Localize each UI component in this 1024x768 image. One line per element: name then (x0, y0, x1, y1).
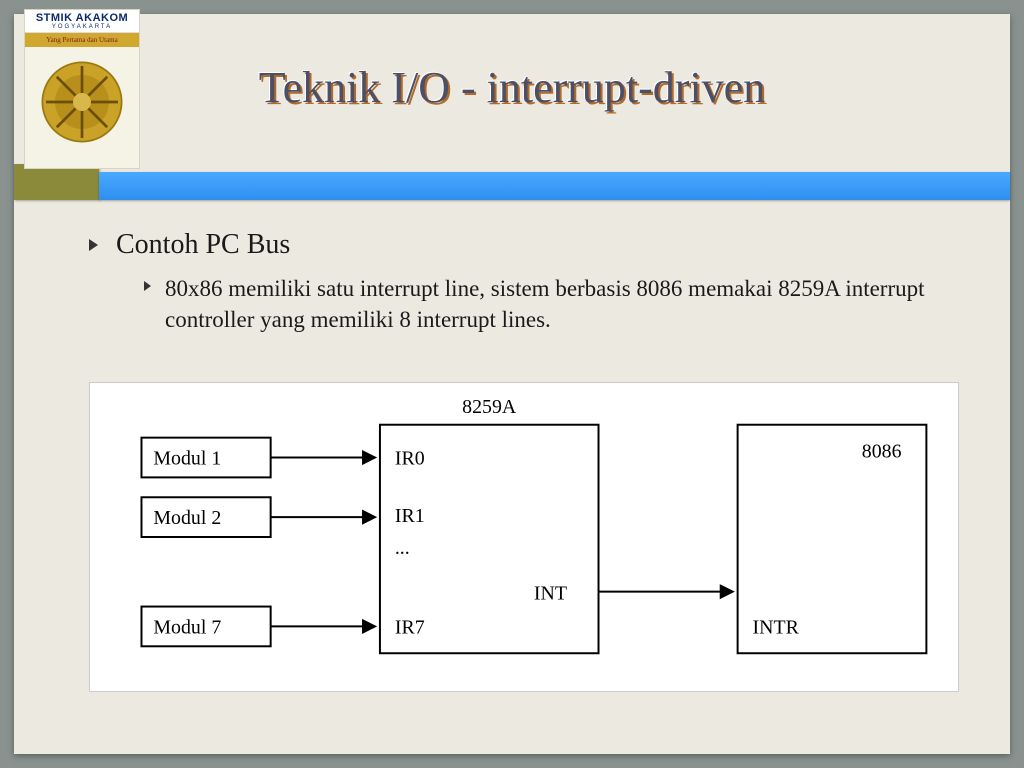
logo-title: STMIK AKAKOM (25, 12, 139, 24)
emblem-icon (37, 57, 127, 147)
ir1-label: IR1 (395, 505, 425, 527)
bullet-arrow-icon (144, 281, 151, 291)
bullet-level-1: Contoh PC Bus (89, 229, 970, 261)
institution-logo: STMIK AKAKOM YOGYAKARTA Yang Pertama dan… (24, 9, 140, 169)
bullet-sub-text: 80x86 memiliki satu interrupt line, sist… (165, 273, 970, 335)
cpu-label: 8086 (862, 441, 902, 463)
int-label: INT (534, 583, 567, 605)
module-1-label: Modul 1 (153, 447, 221, 469)
logo-emblem (25, 47, 139, 157)
content-area: Contoh PC Bus 80x86 memiliki satu interr… (89, 229, 970, 335)
accent-bar-blue (99, 172, 1010, 200)
module-2-label: Modul 2 (153, 507, 221, 529)
ir0-label: IR0 (395, 447, 425, 469)
bullet-main-text: Contoh PC Bus (116, 229, 290, 261)
slide-canvas: STMIK AKAKOM YOGYAKARTA Yang Pertama dan… (14, 14, 1010, 754)
slide-title: Teknik I/O - interrupt-driven (14, 62, 1010, 113)
logo-header: STMIK AKAKOM YOGYAKARTA (25, 10, 139, 33)
ir-ellipsis: ... (395, 537, 410, 559)
ir7-label: IR7 (395, 616, 425, 638)
bullet-level-2: 80x86 memiliki satu interrupt line, sist… (144, 273, 970, 335)
controller-label: 8259A (462, 396, 517, 418)
logo-motto-text: Yang Pertama dan Utama (46, 36, 117, 44)
intr-label: INTR (753, 616, 800, 638)
bullet-arrow-icon (89, 239, 98, 251)
interrupt-diagram: 8259A Modul 1 Modul 2 Modul 7 IR0 IR1 ..… (89, 382, 959, 692)
logo-subtitle: YOGYAKARTA (25, 24, 139, 30)
module-7-label: Modul 7 (153, 616, 221, 638)
logo-motto-bar: Yang Pertama dan Utama (25, 33, 139, 47)
accent-block-olive (14, 164, 99, 200)
